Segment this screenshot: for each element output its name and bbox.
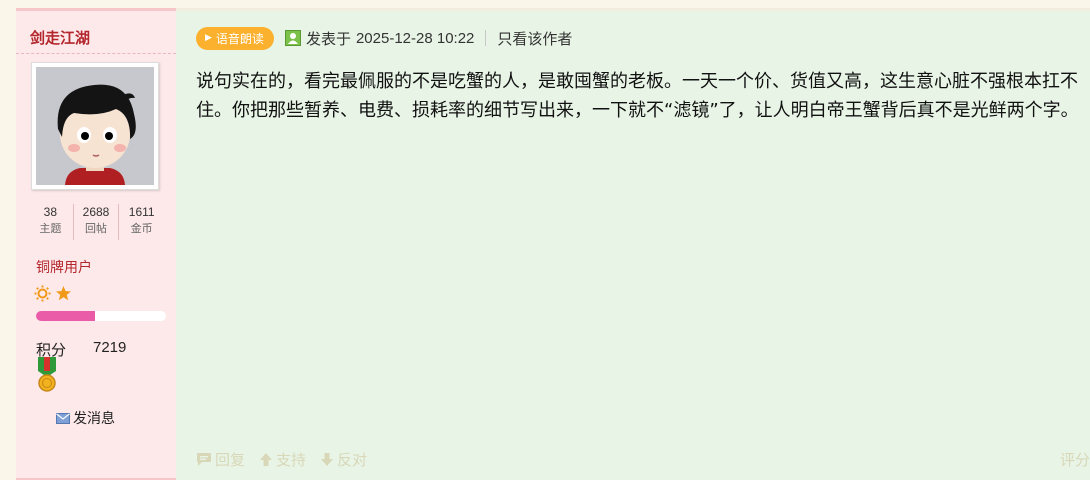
support-button[interactable]: 支持 <box>259 449 306 470</box>
support-label: 支持 <box>276 451 307 469</box>
level-stars <box>34 285 72 302</box>
author-stats: 38 主题 2688 回帖 1611 金币 <box>28 204 164 240</box>
medal-icon[interactable] <box>36 357 58 397</box>
read-aloud-button[interactable]: ▶ 语音朗读 <box>196 26 274 50</box>
stat-value: 1611 <box>128 205 155 219</box>
star-icon <box>56 286 71 301</box>
post-timestamp: 2025-12-28 10:22 <box>355 29 475 47</box>
points-value: 7219 <box>93 339 127 356</box>
oppose-label: 反对 <box>337 451 368 469</box>
stat-coins[interactable]: 1611 金币 <box>118 204 164 240</box>
user-rank[interactable]: 铜牌用户 <box>36 257 92 277</box>
read-aloud-label: 语音朗读 <box>215 31 264 46</box>
stat-value: 38 <box>43 205 58 219</box>
rate-label: 评分 <box>1059 451 1090 469</box>
post-content: 说句实在的，看完最佩服的不是吃蟹的人，是敢囤蟹的老板。一天一个价、货值又高，这生… <box>196 71 1079 121</box>
send-message-button[interactable]: 发消息 <box>56 408 115 428</box>
only-view-author-link[interactable]: 只看该作者 <box>497 28 572 49</box>
post-user-icon <box>284 30 301 46</box>
reply-button[interactable]: 回复 <box>196 449 245 470</box>
level-progress-bar <box>36 311 166 321</box>
thumbs-down-icon <box>321 453 334 466</box>
level-progress-fill <box>36 311 95 321</box>
mail-icon <box>56 412 70 424</box>
author-sidebar: 剑走江湖 38 主题 2688 回帖 1611 金币 铜牌用户 积分 7219 … <box>16 8 176 480</box>
stat-replies[interactable]: 2688 回帖 <box>72 204 119 240</box>
avatar[interactable] <box>31 62 159 190</box>
oppose-button[interactable]: 反对 <box>320 449 367 470</box>
stat-label: 金币 <box>130 222 153 235</box>
play-icon: ▶ <box>205 33 212 43</box>
stat-threads[interactable]: 38 主题 <box>28 204 73 240</box>
reply-icon <box>197 453 211 466</box>
sun-icon <box>34 285 51 302</box>
stat-label: 回帖 <box>85 222 107 235</box>
avatar-image <box>36 67 154 185</box>
stat-value: 2688 <box>82 205 110 219</box>
send-message-label: 发消息 <box>73 411 115 427</box>
thumbs-up-icon <box>260 453 273 466</box>
stat-label: 主题 <box>39 222 62 235</box>
author-username[interactable]: 剑走江湖 <box>30 27 90 48</box>
divider <box>16 53 176 54</box>
post-header: ▶ 语音朗读 发表于 2025-12-28 10:22 只看该作者 <box>196 26 572 50</box>
post-container: 剑走江湖 38 主题 2688 回帖 1611 金币 铜牌用户 积分 7219 … <box>16 8 1090 480</box>
post-actions: 回复 支持 反对 评分 <box>196 449 1090 470</box>
post-main: ▶ 语音朗读 发表于 2025-12-28 10:22 只看该作者 说句实在的，… <box>176 8 1090 480</box>
rate-button[interactable]: 评分 <box>1060 449 1090 470</box>
divider <box>485 30 487 46</box>
posted-prefix: 发表于 <box>305 29 351 48</box>
reply-label: 回复 <box>215 451 246 469</box>
